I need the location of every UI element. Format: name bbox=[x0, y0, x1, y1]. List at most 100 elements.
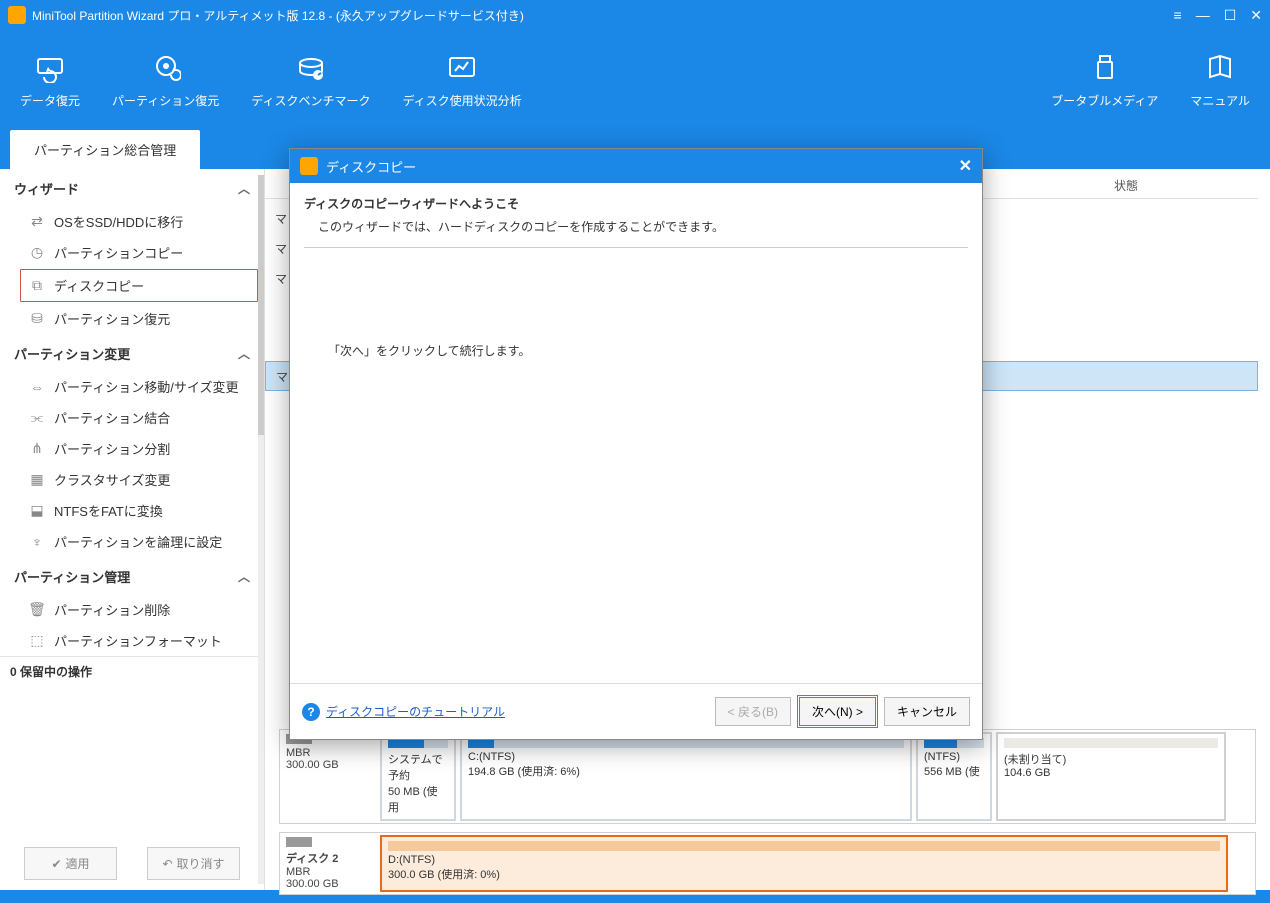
migrate-icon: ⇄ bbox=[28, 213, 46, 231]
disk-benchmark-button[interactable]: ディスクベンチマーク bbox=[235, 30, 386, 130]
item-label: NTFSをFATに変換 bbox=[54, 501, 163, 520]
dialog-titlebar[interactable]: ディスクコピー ✕ bbox=[290, 149, 982, 183]
disk-icon bbox=[286, 837, 312, 847]
app-logo-icon bbox=[300, 157, 318, 175]
disk-segment[interactable]: C:(NTFS)194.8 GB (使用済: 6%) bbox=[460, 732, 912, 821]
sidebar: ウィザード ︿ ⇄OSをSSD/HDDに移行 ◷ パーティションコピー ⧉ ディスク… bbox=[0, 169, 265, 890]
sidebar-item-format[interactable]: ⬚パーティションフォーマット bbox=[0, 625, 264, 656]
section-title: パーティション管理 bbox=[14, 567, 130, 586]
trash-icon: 🗑 bbox=[28, 601, 46, 619]
disk-segment[interactable]: D:(NTFS)300.0 GB (使用済: 0%) bbox=[380, 835, 1228, 892]
disk-map: MBR 300.00 GB システムで予約50 MB (使用 C:(NTFS)1… bbox=[279, 729, 1256, 903]
merge-icon: ⫘ bbox=[28, 409, 46, 427]
check-icon: ✔ bbox=[51, 857, 61, 871]
disk-segment[interactable]: (NTFS)556 MB (使 bbox=[916, 732, 992, 821]
sidebar-item-disk-copy[interactable]: ⧉ ディスクコピー bbox=[20, 269, 258, 302]
title-bar: MiniTool Partition Wizard プロ・アルティメット版 12… bbox=[0, 0, 1270, 30]
toolbar-label: ディスク使用状況分析 bbox=[402, 92, 521, 109]
partition-recovery-button[interactable]: パーティション復元 bbox=[96, 30, 235, 130]
usb-icon bbox=[1089, 52, 1121, 84]
disk-row-2[interactable]: ディスク 2 MBR 300.00 GB D:(NTFS)300.0 GB (使… bbox=[279, 832, 1256, 895]
disk-usage-analyzer-button[interactable]: ディスク使用状況分析 bbox=[386, 30, 537, 130]
disk-row-1[interactable]: MBR 300.00 GB システムで予約50 MB (使用 C:(NTFS)1… bbox=[279, 729, 1256, 824]
sidebar-item-move-resize[interactable]: ⇔ パーティション移動/サイズ変更 bbox=[0, 371, 264, 402]
bootable-media-button[interactable]: ブータブルメディア bbox=[1035, 30, 1174, 130]
seg-title: (NTFS) bbox=[924, 751, 984, 763]
sidebar-scroll-thumb[interactable] bbox=[258, 175, 264, 435]
toolbar-label: ディスクベンチマーク bbox=[251, 92, 370, 109]
seg-detail: 104.6 GB bbox=[1004, 767, 1218, 779]
disk-segment[interactable]: システムで予約50 MB (使用 bbox=[380, 732, 456, 821]
disk-type: MBR bbox=[286, 747, 372, 759]
sidebar-item-split[interactable]: ⋔ パーティション分割 bbox=[0, 433, 264, 464]
book-icon bbox=[1204, 52, 1236, 84]
disk-segment-unallocated[interactable]: (未割り当て)104.6 GB bbox=[996, 732, 1226, 821]
resize-icon: ⇔ bbox=[28, 378, 46, 396]
manual-button[interactable]: マニュアル bbox=[1174, 30, 1266, 130]
item-label: ディスクコピー bbox=[54, 276, 144, 295]
sidebar-item-set-logical[interactable]: ♆パーティションを論理に設定 bbox=[0, 526, 264, 557]
disk-head: MBR 300.00 GB bbox=[280, 730, 378, 823]
disk-type: MBR bbox=[286, 866, 372, 878]
sidebar-item-cluster-size[interactable]: ▦クラスタサイズ変更 bbox=[0, 464, 264, 495]
close-icon[interactable]: ✕ bbox=[1250, 7, 1262, 24]
cancel-button[interactable]: キャンセル bbox=[884, 697, 970, 726]
disk-benchmark-icon bbox=[295, 52, 327, 84]
seg-title: C:(NTFS) bbox=[468, 751, 904, 763]
disk-icon: ⛁ bbox=[28, 310, 46, 328]
button-label: 適用 bbox=[66, 855, 90, 872]
button-label: 取り消す bbox=[177, 855, 225, 872]
disk-head: ディスク 2 MBR 300.00 GB bbox=[280, 833, 378, 894]
dialog-divider bbox=[304, 247, 968, 248]
item-label: パーティション分割 bbox=[54, 439, 170, 458]
tab-partition-management[interactable]: パーティション総合管理 bbox=[10, 130, 200, 169]
dialog-title: ディスクコピー bbox=[326, 157, 416, 176]
sidebar-item-migrate-os[interactable]: ⇄OSをSSD/HDDに移行 bbox=[0, 206, 264, 237]
undo-button[interactable]: ↶ 取り消す bbox=[147, 847, 240, 880]
data-recovery-icon bbox=[34, 52, 66, 84]
sidebar-item-partition-recovery[interactable]: ⛁ パーティション復元 bbox=[0, 303, 264, 334]
sidebar-section-partition-manage[interactable]: パーティション管理 ︿ bbox=[0, 557, 264, 594]
copy-icon: ⧉ bbox=[28, 277, 46, 295]
sidebar-section-wizard[interactable]: ウィザード ︿ bbox=[0, 169, 264, 206]
disk-copy-dialog: ディスクコピー ✕ ディスクのコピーウィザードへようこそ このウィザードでは、ハ… bbox=[289, 148, 983, 740]
tutorial-link[interactable]: ? ディスクコピーのチュートリアル bbox=[302, 703, 505, 721]
sidebar-item-delete[interactable]: 🗑パーティション削除 bbox=[0, 594, 264, 625]
toolbar-label: パーティション復元 bbox=[112, 92, 219, 109]
sidebar-item-merge[interactable]: ⫘パーティション結合 bbox=[0, 402, 264, 433]
next-button[interactable]: 次へ(N) > bbox=[799, 697, 876, 726]
item-label: パーティション復元 bbox=[54, 309, 170, 328]
minimize-icon[interactable]: — bbox=[1196, 7, 1210, 24]
dialog-footer: ? ディスクコピーのチュートリアル < 戻る(B) 次へ(N) > キャンセル bbox=[290, 683, 982, 739]
seg-title: (未割り当て) bbox=[1004, 751, 1218, 767]
dialog-heading: ディスクのコピーウィザードへようこそ bbox=[304, 195, 968, 212]
seg-detail: 556 MB (使 bbox=[924, 763, 984, 779]
disk-size: 300.00 GB bbox=[286, 878, 372, 890]
dialog-close-icon[interactable]: ✕ bbox=[959, 156, 972, 176]
sidebar-section-partition-change[interactable]: パーティション変更 ︿ bbox=[0, 334, 264, 371]
sidebar-item-ntfs-to-fat[interactable]: ⬓ NTFSをFATに変換 bbox=[0, 495, 264, 526]
menu-icon[interactable]: ≡ bbox=[1174, 7, 1182, 24]
item-label: パーティションフォーマット bbox=[54, 631, 222, 650]
split-icon: ⋔ bbox=[28, 440, 46, 458]
sidebar-item-partition-copy[interactable]: ◷ パーティションコピー bbox=[0, 237, 264, 268]
maximize-icon[interactable]: ☐ bbox=[1224, 7, 1237, 24]
seg-detail: 50 MB (使用 bbox=[388, 783, 448, 815]
section-title: ウィザード bbox=[14, 179, 79, 198]
item-label: クラスタサイズ変更 bbox=[54, 470, 170, 489]
data-recovery-button[interactable]: データ復元 bbox=[4, 30, 96, 130]
column-state[interactable]: 状態 bbox=[1108, 177, 1258, 198]
item-label: パーティションコピー bbox=[54, 243, 183, 262]
tree-icon: ♆ bbox=[28, 533, 46, 551]
undo-icon: ↶ bbox=[162, 857, 172, 871]
chevron-up-icon: ︿ bbox=[238, 568, 250, 585]
clock-icon: ◷ bbox=[28, 244, 46, 262]
toolbar-label: ブータブルメディア bbox=[1051, 92, 1158, 109]
tutorial-label: ディスクコピーのチュートリアル bbox=[326, 703, 505, 720]
item-label: パーティション移動/サイズ変更 bbox=[54, 377, 238, 396]
back-button: < 戻る(B) bbox=[715, 697, 791, 726]
help-icon: ? bbox=[302, 703, 320, 721]
disk-name: ディスク 2 bbox=[286, 850, 372, 866]
apply-button[interactable]: ✔ 適用 bbox=[24, 847, 117, 880]
convert-icon: ⬓ bbox=[28, 502, 46, 520]
